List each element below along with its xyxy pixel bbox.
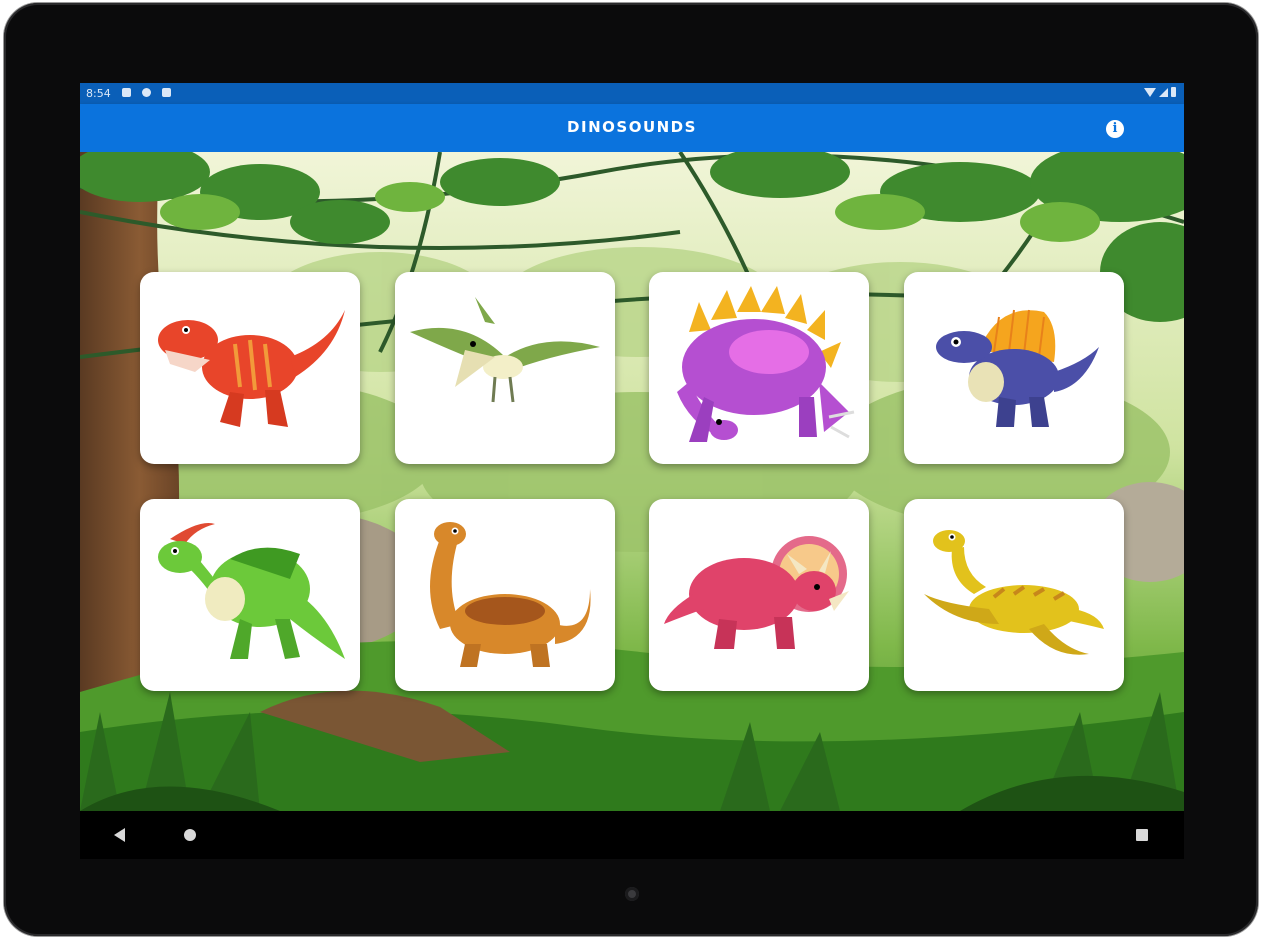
device-screen: 8:54 DINOSOUNDS i <box>80 83 1184 859</box>
brachiosaurus-icon <box>430 522 591 667</box>
parasaurolophus-icon <box>158 523 345 659</box>
dino-card-parasaurolophus[interactable] <box>140 499 360 691</box>
recent-apps-icon[interactable] <box>1136 829 1148 841</box>
dino-card-tyrannosaurus[interactable] <box>140 272 360 464</box>
app-bar: DINOSOUNDS i <box>80 104 1184 152</box>
notification-p-icon <box>142 88 151 97</box>
spinosaurus-icon <box>936 309 1099 427</box>
status-time: 8:54 <box>86 87 111 100</box>
battery-icon <box>1171 87 1176 97</box>
back-icon[interactable] <box>114 828 125 842</box>
pterodactyl-icon <box>410 297 600 403</box>
front-camera-icon <box>625 887 639 901</box>
status-right-icons <box>1144 87 1176 97</box>
dino-card-triceratops[interactable] <box>649 499 869 691</box>
triceratops-icon <box>664 536 849 649</box>
dino-card-spinosaurus[interactable] <box>904 272 1124 464</box>
wifi-icon <box>1144 87 1156 97</box>
app-title: DINOSOUNDS <box>567 118 697 136</box>
jungle-scene <box>80 152 1184 811</box>
navigation-bar <box>80 811 1184 859</box>
sd-card-icon <box>162 88 171 97</box>
dino-card-brachiosaurus[interactable] <box>395 499 615 691</box>
jungle-background <box>80 152 1184 811</box>
home-icon[interactable] <box>184 829 196 841</box>
tyrannosaurus-icon <box>158 310 345 427</box>
signal-icon <box>1159 87 1168 97</box>
notification-a-icon <box>122 88 131 97</box>
stegosaurus-icon <box>677 286 855 442</box>
plesiosaurus-icon <box>924 530 1104 655</box>
dino-card-stegosaurus[interactable] <box>649 272 869 464</box>
info-icon[interactable]: i <box>1106 120 1124 138</box>
dino-card-pterodactyl[interactable] <box>395 272 615 464</box>
dino-card-plesiosaurus[interactable] <box>904 499 1124 691</box>
status-bar: 8:54 <box>80 83 1184 104</box>
